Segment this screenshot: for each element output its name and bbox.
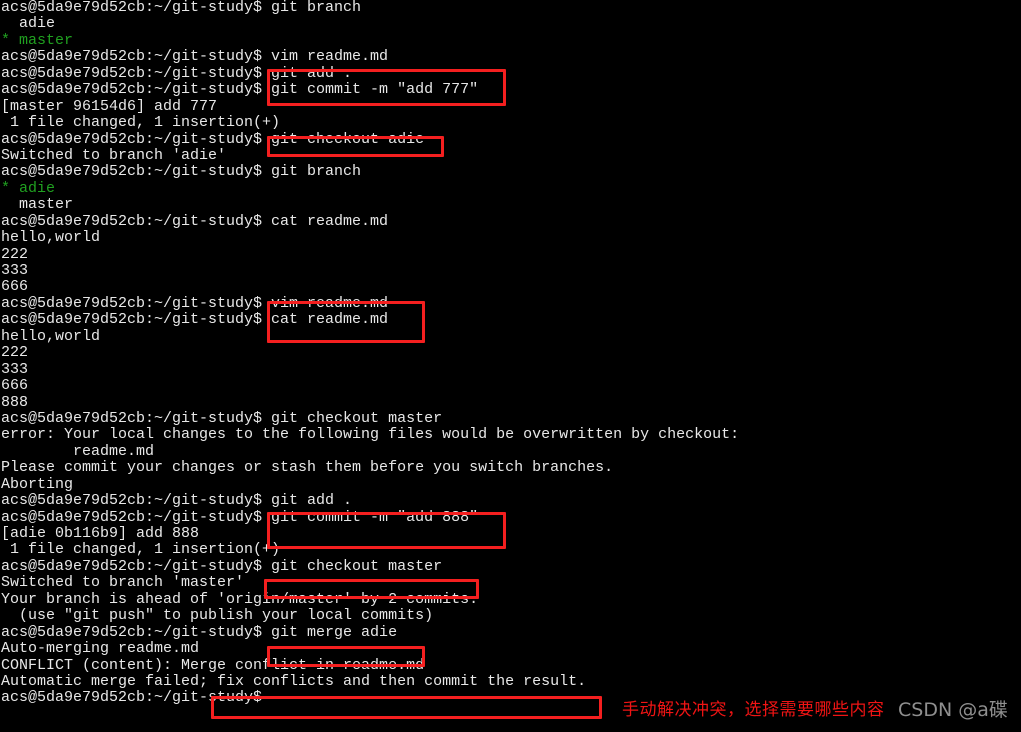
terminal-line: acs@5da9e79d52cb:~/git-study$ git checko…: [1, 557, 443, 575]
terminal-line: error: Your local changes to the followi…: [1, 426, 740, 444]
terminal-line: 222: [1, 344, 29, 362]
terminal-line: hello,world: [1, 229, 101, 247]
terminal-window: acs@5da9e79d52cb:~/git-study$ git branch…: [0, 0, 1021, 732]
terminal-line: [adie 0b116b9] add 888: [1, 525, 200, 542]
terminal-line: [master 96154d6] add 777: [1, 97, 218, 115]
terminal-line: 888: [1, 393, 29, 411]
csdn-watermark: CSDN @a碟: [898, 699, 1008, 721]
terminal-line: acs@5da9e79d52cb:~/git-study$ git branch: [1, 0, 362, 16]
terminal-line: 333: [1, 360, 29, 378]
terminal-line: Switched to branch 'adie': [1, 146, 227, 164]
terminal-line: Automatic merge failed; fix conflicts an…: [1, 672, 587, 690]
terminal-line: acs@5da9e79d52cb:~/git-study$ git commit…: [1, 81, 479, 99]
terminal-line: Please commit your changes or stash them…: [1, 459, 614, 477]
terminal-line: 1 file changed, 1 insertion(+): [1, 541, 281, 559]
terminal-line: acs@5da9e79d52cb:~/git-study$ cat readme…: [1, 311, 389, 329]
terminal-line: 222: [1, 245, 29, 263]
terminal-line: hello,world: [1, 327, 101, 345]
terminal-line: 1 file changed, 1 insertion(+): [1, 114, 281, 132]
terminal-line: acs@5da9e79d52cb:~/git-study$ git merge …: [1, 623, 398, 641]
terminal-line: Aborting: [1, 475, 74, 493]
terminal-line: acs@5da9e79d52cb:~/git-study$ git add .: [1, 492, 353, 510]
terminal-output[interactable]: acs@5da9e79d52cb:~/git-study$ git branch…: [0, 0, 1021, 732]
terminal-line: adie: [1, 15, 56, 33]
terminal-line: acs@5da9e79d52cb:~/git-study$ git branch: [1, 163, 362, 181]
terminal-line: acs@5da9e79d52cb:~/git-study$ git add .: [1, 64, 353, 82]
terminal-line: master: [1, 196, 74, 214]
terminal-line: 666: [1, 278, 29, 296]
terminal-line-current-branch: * master: [1, 31, 74, 49]
terminal-line: Auto-merging readme.md: [1, 640, 200, 658]
terminal-line: Switched to branch 'master': [1, 574, 245, 592]
terminal-line-current-branch: * adie: [1, 179, 56, 197]
terminal-line: acs@5da9e79d52cb:~/git-study$ git commit…: [1, 508, 479, 526]
terminal-line: acs@5da9e79d52cb:~/git-study$ git checko…: [1, 130, 425, 148]
terminal-line: acs@5da9e79d52cb:~/git-study$ git checko…: [1, 409, 443, 427]
terminal-line: Your branch is ahead of 'origin/master' …: [1, 590, 479, 608]
annotation-note: 手动解决冲突，选择需要哪些内容: [622, 700, 885, 720]
terminal-line: 666: [1, 377, 29, 395]
terminal-line: acs@5da9e79d52cb:~/git-study$ vim readme…: [1, 294, 389, 312]
terminal-line: acs@5da9e79d52cb:~/git-study$ vim readme…: [1, 48, 389, 66]
terminal-line: CONFLICT (content): Merge conflict in re…: [1, 656, 425, 674]
terminal-line: 333: [1, 262, 29, 279]
terminal-line: acs@5da9e79d52cb:~/git-study$ cat readme…: [1, 212, 389, 230]
terminal-line: (use "git push" to publish your local co…: [1, 607, 434, 625]
terminal-line: readme.md: [1, 442, 155, 460]
